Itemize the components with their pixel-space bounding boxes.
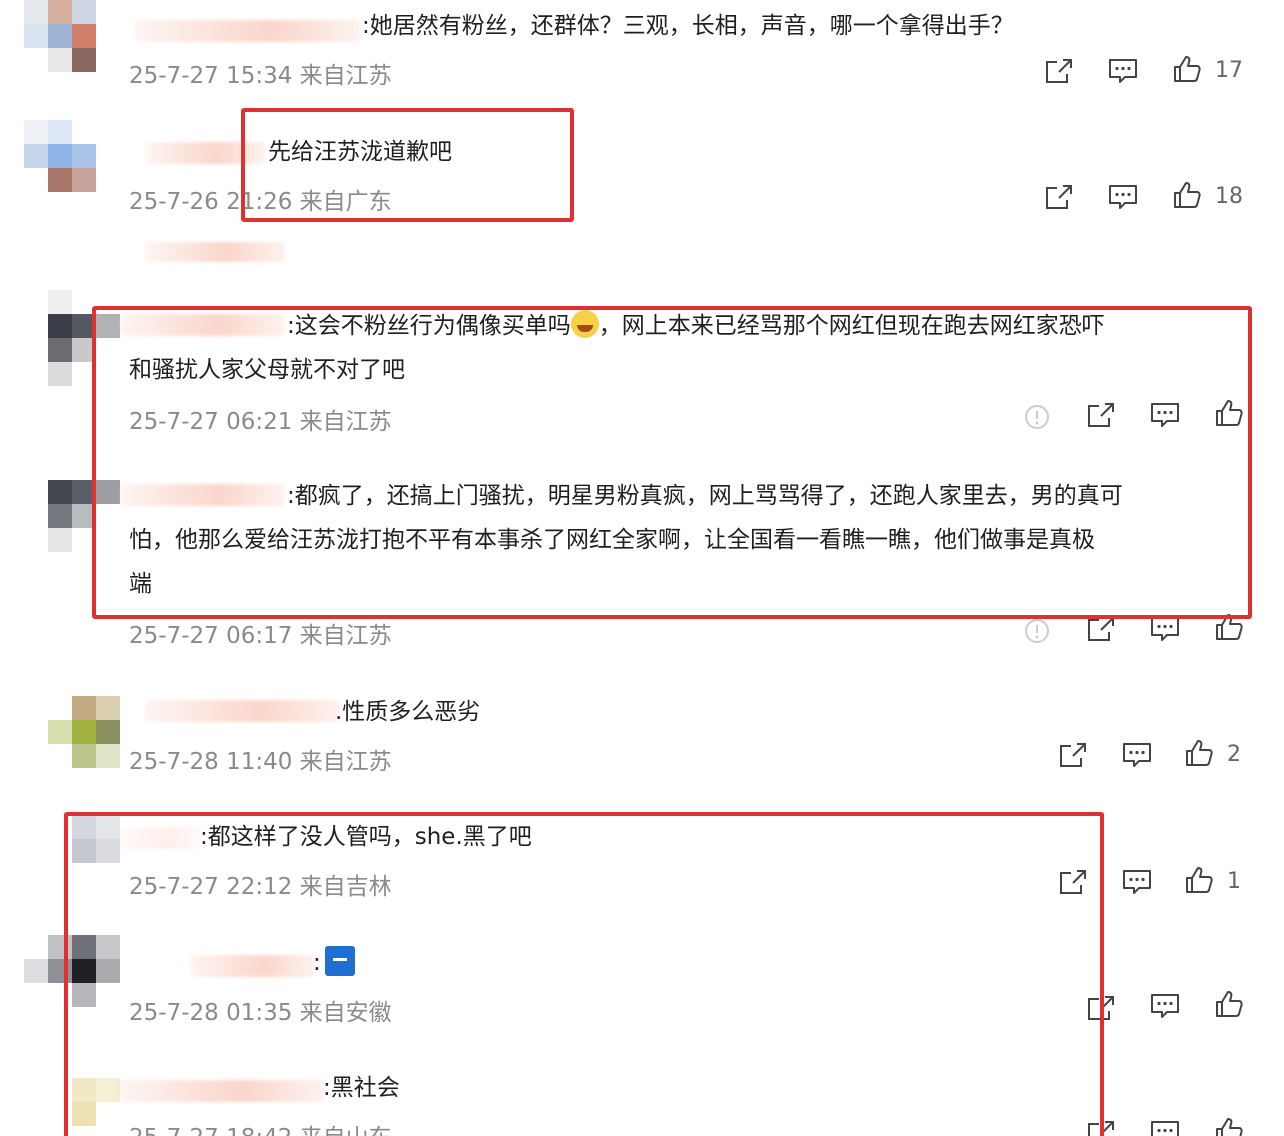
comment-time: 25-7-28 11:40 <box>129 749 293 775</box>
share-icon[interactable] <box>1057 740 1089 770</box>
username-blurred[interactable] <box>135 20 360 42</box>
highlight-frame <box>241 108 574 222</box>
comment-time: 25-7-27 06:17 <box>129 623 293 649</box>
comment-icon[interactable] <box>1121 867 1153 897</box>
comment-icon[interactable] <box>1149 1118 1181 1136</box>
like-icon[interactable] <box>1183 865 1215 895</box>
like-count: 18 <box>1215 184 1243 209</box>
like-icon[interactable] <box>1213 1116 1245 1136</box>
comment-meta: 25-7-27 15:34 来自江苏 <box>129 56 392 90</box>
comment-meta: 25-7-27 06:17 来自江苏 <box>129 616 392 650</box>
like-icon[interactable] <box>1171 180 1203 210</box>
comment-icon[interactable] <box>1107 56 1139 86</box>
comment-icon[interactable] <box>1149 991 1181 1021</box>
highlight-frame <box>92 306 1252 619</box>
report-icon[interactable] <box>1021 616 1053 646</box>
comment-meta: 25-7-28 11:40 来自江苏 <box>129 742 392 776</box>
username-blurred[interactable] <box>145 700 340 722</box>
like-count: 1 <box>1227 869 1241 894</box>
share-icon[interactable] <box>1043 56 1075 86</box>
like-icon[interactable] <box>1183 738 1215 768</box>
like-count: 2 <box>1227 742 1241 767</box>
share-icon[interactable] <box>1043 182 1075 212</box>
avatar[interactable] <box>24 696 120 792</box>
comment-text: :她居然有粉丝，还群体？三观，长相，声音，哪一个拿得出手？ <box>362 13 1014 39</box>
like-icon[interactable] <box>1213 989 1245 1019</box>
comment-text: .性质多么恶劣 <box>335 699 481 725</box>
highlight-frame <box>64 812 1104 1136</box>
like-count: 17 <box>1215 58 1243 83</box>
comment-icon[interactable] <box>1107 182 1139 212</box>
avatar[interactable] <box>24 0 120 96</box>
comment-icon[interactable] <box>1121 740 1153 770</box>
comment-location: 来自江苏 <box>299 749 392 775</box>
like-icon[interactable] <box>1171 54 1203 84</box>
comment-location: 来自江苏 <box>299 623 392 649</box>
comment-location: 来自江苏 <box>299 63 392 89</box>
reply-blurred <box>145 242 285 262</box>
avatar[interactable] <box>24 120 120 216</box>
comment-time: 25-7-27 15:34 <box>129 63 293 89</box>
